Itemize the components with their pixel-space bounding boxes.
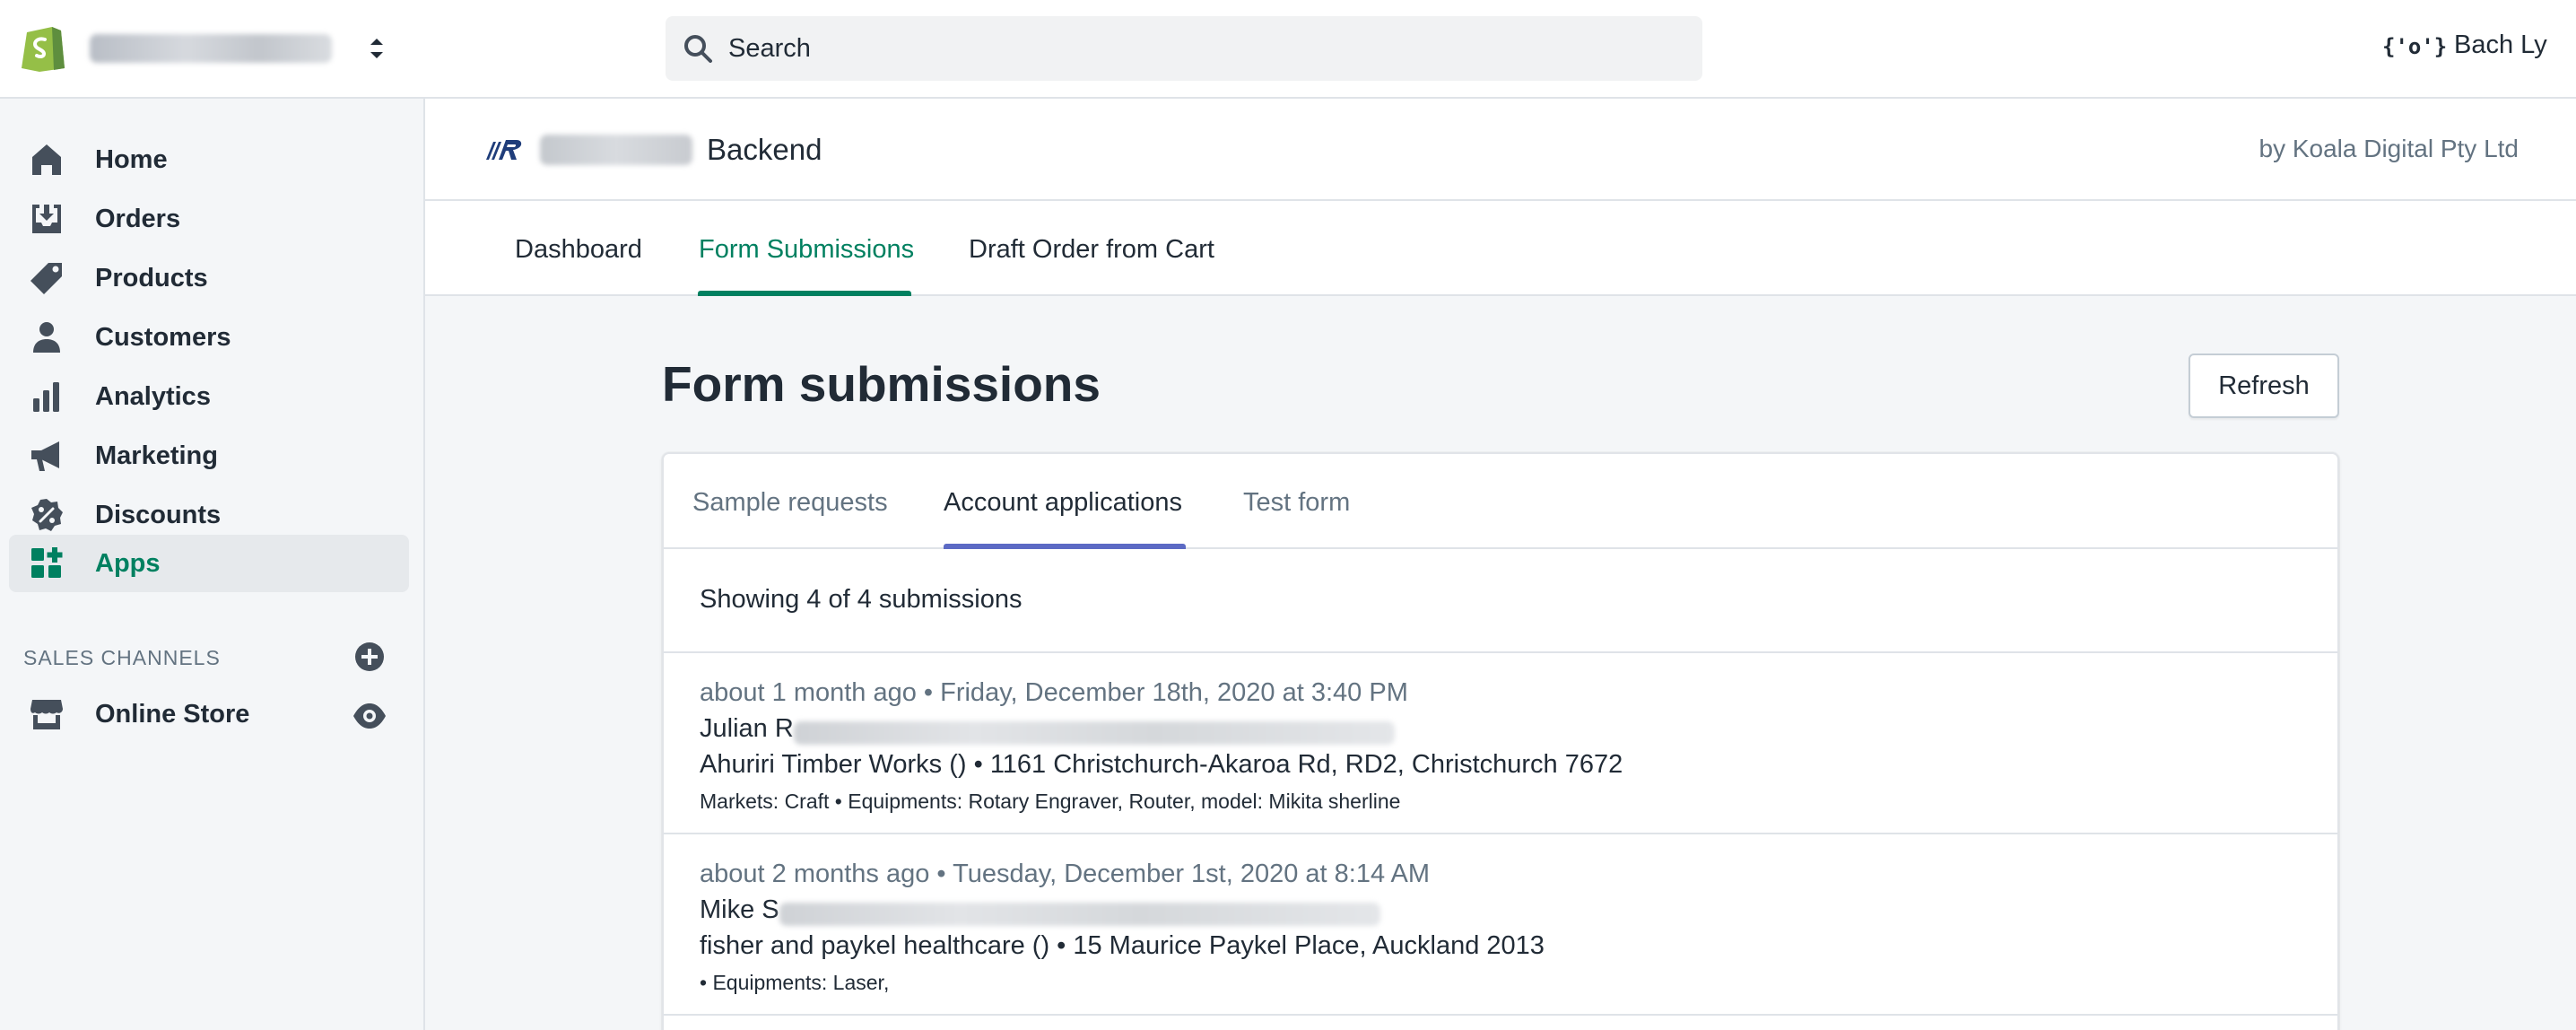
app-header: Backend by Koala Digital Pty Ltd bbox=[425, 99, 2576, 201]
submission-name: Julian R bbox=[700, 714, 794, 743]
discount-icon bbox=[31, 499, 63, 531]
megaphone-icon bbox=[31, 441, 59, 471]
store-switcher-icon[interactable] bbox=[366, 32, 387, 65]
tab-account-applications[interactable]: Account applications bbox=[944, 488, 1182, 518]
tab-sample-requests[interactable]: Sample requests bbox=[692, 488, 888, 518]
active-tab-indicator bbox=[944, 544, 1186, 549]
submission-contact: Mike S bbox=[700, 895, 1380, 931]
submission-date: about 1 month ago • Friday, December 18t… bbox=[700, 678, 1408, 707]
sidebar-item-label: Apps bbox=[95, 549, 161, 578]
sidebar-item-apps[interactable]: Apps bbox=[9, 535, 409, 592]
add-sales-channel-icon[interactable] bbox=[353, 641, 386, 673]
search-input[interactable]: Search bbox=[666, 16, 1702, 81]
sidebar-item-online-store[interactable]: Online Store bbox=[9, 685, 409, 743]
tab-form-submissions[interactable]: Form Submissions bbox=[699, 235, 914, 265]
submission-name: Mike S bbox=[700, 895, 779, 924]
sidebar-item-orders[interactable]: Orders bbox=[9, 190, 409, 248]
tag-icon bbox=[30, 263, 62, 294]
sidebar-item-label: Products bbox=[95, 264, 208, 292]
user-avatar-icon[interactable]: {'o'} bbox=[2382, 34, 2447, 59]
sidebar-item-label: Analytics bbox=[95, 382, 211, 411]
apps-icon bbox=[31, 547, 63, 578]
submission-details: • Equipments: Laser, bbox=[700, 971, 890, 994]
submission-address: fisher and paykel healthcare () • 15 Mau… bbox=[700, 931, 1545, 960]
tab-dashboard[interactable]: Dashboard bbox=[515, 235, 642, 265]
submission-date: about 2 months ago • Tuesday, December 1… bbox=[700, 860, 1431, 888]
tab-draft-order-from-cart[interactable]: Draft Order from Cart bbox=[969, 235, 1214, 265]
search-icon bbox=[684, 35, 712, 63]
orders-icon bbox=[32, 205, 61, 233]
sidebar-item-label: Home bbox=[95, 145, 168, 174]
app-logo-icon bbox=[483, 135, 526, 167]
divider bbox=[664, 1014, 2337, 1016]
app-name-redacted bbox=[540, 135, 692, 165]
contact-redacted bbox=[779, 902, 1380, 926]
person-icon bbox=[33, 322, 60, 353]
active-tab-indicator bbox=[698, 291, 911, 296]
app-tabs: Dashboard Form Submissions Draft Order f… bbox=[425, 201, 2576, 296]
search-placeholder: Search bbox=[728, 34, 811, 63]
bar-chart-icon bbox=[33, 382, 59, 412]
submission-details: Markets: Craft • Equipments: Rotary Engr… bbox=[700, 790, 1401, 813]
sidebar-item-label: Orders bbox=[95, 205, 181, 233]
store-name-redacted[interactable] bbox=[90, 34, 332, 63]
submission-address: Ahuriri Timber Works () • 1161 Christchu… bbox=[700, 750, 1623, 779]
submissions-card: Sample requests Account applications Tes… bbox=[662, 452, 2339, 1030]
store-icon bbox=[30, 700, 63, 729]
refresh-button[interactable]: Refresh bbox=[2189, 354, 2339, 418]
app-developer: by Koala Digital Pty Ltd bbox=[2258, 135, 2519, 162]
tab-test-form[interactable]: Test form bbox=[1243, 488, 1350, 518]
sidebar-item-label: Customers bbox=[95, 323, 231, 352]
sidebar-item-label: Online Store bbox=[95, 700, 250, 729]
contact-redacted bbox=[793, 720, 1395, 745]
eye-icon[interactable] bbox=[352, 702, 387, 730]
divider bbox=[664, 833, 2337, 834]
home-icon bbox=[32, 144, 61, 175]
sales-channels-heading: SALES CHANNELS bbox=[23, 646, 221, 669]
submission-count: Showing 4 of 4 submissions bbox=[700, 585, 1023, 614]
sidebar: Home Orders Products Customers Analytics bbox=[0, 99, 425, 1030]
sidebar-item-analytics[interactable]: Analytics bbox=[9, 368, 409, 425]
sidebar-item-home[interactable]: Home bbox=[9, 131, 409, 188]
top-bar: Search {'o'} Bach Ly bbox=[0, 0, 2576, 99]
app-title: Backend bbox=[707, 133, 822, 166]
sidebar-item-marketing[interactable]: Marketing bbox=[9, 427, 409, 484]
submission-type-tabs: Sample requests Account applications Tes… bbox=[664, 454, 2337, 549]
shopify-logo-icon[interactable] bbox=[20, 20, 66, 72]
sidebar-item-products[interactable]: Products bbox=[9, 249, 409, 307]
sidebar-item-customers[interactable]: Customers bbox=[9, 309, 409, 366]
submission-contact: Julian R bbox=[700, 714, 1395, 750]
divider bbox=[664, 651, 2337, 653]
sidebar-item-label: Discounts bbox=[95, 501, 222, 529]
user-name[interactable]: Bach Ly bbox=[2454, 31, 2547, 60]
page-title: Form submissions bbox=[662, 356, 1101, 412]
sidebar-item-label: Marketing bbox=[95, 441, 218, 470]
